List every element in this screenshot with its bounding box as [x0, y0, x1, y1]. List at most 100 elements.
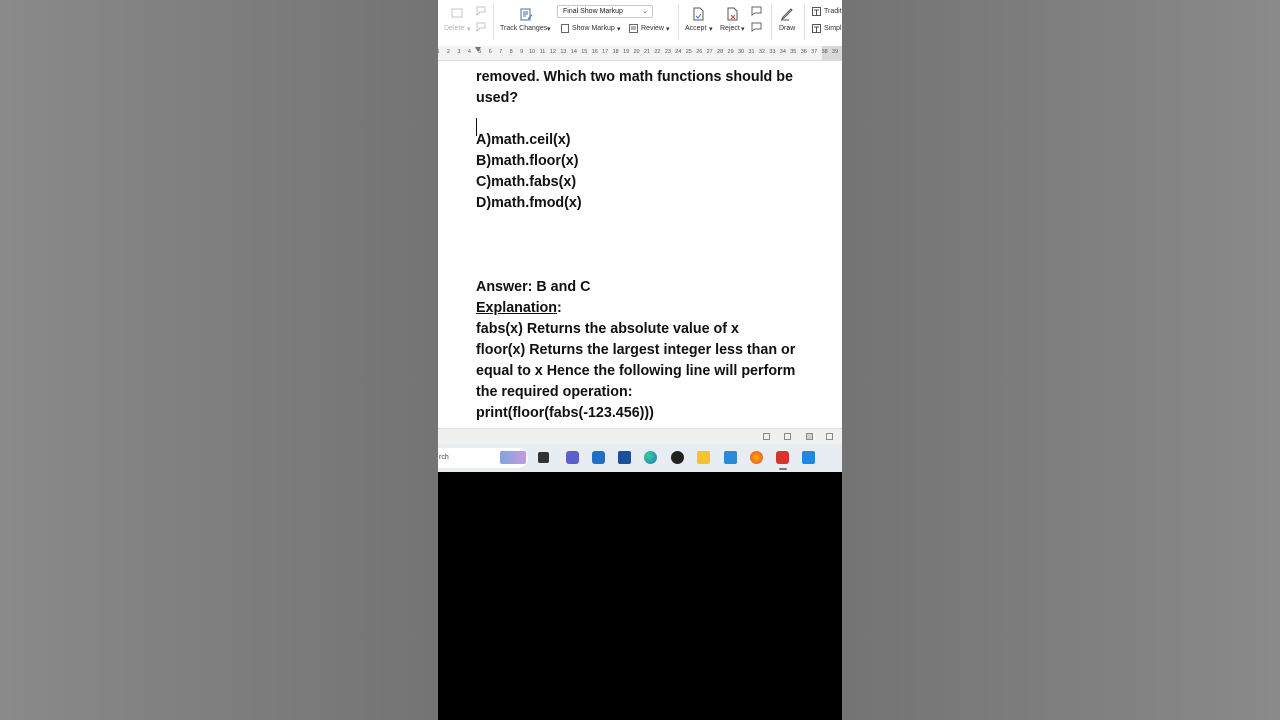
calculator-icon[interactable] [724, 451, 737, 464]
prev-comment-icon[interactable] [476, 22, 486, 32]
reject-dropdown-icon[interactable]: ▾ [741, 25, 745, 33]
track-changes-dropdown-icon[interactable]: ▾ [547, 25, 551, 33]
ruler-tick-label: 38 [821, 49, 828, 55]
option-a: A)math.ceil(x) [476, 132, 571, 148]
firefox-icon[interactable] [750, 451, 763, 464]
ruler-tick-label: 36 [800, 49, 807, 55]
ruler-tick-label: 20 [633, 49, 640, 55]
ruler-tick-label: 30 [737, 49, 745, 55]
ruler-tick-label: 13 [560, 49, 567, 55]
accept-icon[interactable] [692, 7, 705, 21]
ruler-tick-label: 18 [612, 49, 619, 55]
reject-icon[interactable] [726, 7, 739, 21]
option-d: D)math.fmod(x) [476, 195, 582, 211]
ruler-tick-label: 12 [549, 49, 556, 55]
ruler-tick-label: 32 [758, 49, 765, 55]
draw-button[interactable]: Draw [779, 25, 795, 32]
ruler-tick-label: 5 [478, 49, 482, 55]
review-pane-button[interactable]: Review [641, 25, 664, 32]
active-app-indicator [779, 468, 787, 470]
document-page[interactable]: r removed. Which two math functions shou… [438, 61, 842, 428]
track-changes-button[interactable]: Track Changes [500, 25, 547, 32]
chevron-down-icon: ⌄ [642, 8, 648, 15]
track-changes-icon[interactable] [520, 8, 533, 21]
ruler-tick-label: 24 [675, 49, 682, 55]
search-highlight-icon[interactable] [500, 451, 526, 464]
windows-taskbar: rch [438, 444, 842, 472]
ruler-tick-label: 23 [664, 49, 671, 55]
ruler-tick-label: 14 [570, 49, 577, 55]
ruler-tick-label: 21 [643, 49, 651, 55]
phone-frame: Delete ▾ Track Changes ▾ Final Show Mark… [438, 0, 842, 720]
draw-pen-icon[interactable] [780, 7, 794, 21]
simplified-chinese-icon[interactable] [812, 24, 821, 33]
read-mode-icon[interactable] [784, 433, 791, 440]
print-layout-icon[interactable] [806, 433, 813, 440]
ruler-tick-label: 22 [654, 49, 661, 55]
ruler-tick-label: 3 [457, 49, 461, 55]
accept-dropdown-icon[interactable]: ▾ [709, 25, 713, 33]
ruler-tick-label: 16 [591, 49, 598, 55]
dell-icon[interactable] [592, 451, 605, 464]
explanation-line-3: equal to x Hence the following line will… [476, 363, 796, 379]
explanation-line-2: floor(x) Returns the largest integer les… [476, 342, 796, 358]
file-explorer-icon[interactable] [697, 451, 710, 464]
teams-icon[interactable] [566, 451, 579, 464]
next-change-icon[interactable] [751, 22, 762, 32]
show-markup-dropdown-icon[interactable]: ▾ [617, 25, 621, 33]
ruler-tick-label: 6 [488, 49, 492, 55]
task-view-icon[interactable] [538, 452, 549, 463]
ruler-tick-label: 35 [790, 49, 797, 55]
ruler-tick-label: 4 [467, 49, 471, 55]
explanation-line-4: the required operation: [476, 384, 633, 400]
delete-comment-icon[interactable] [451, 8, 463, 20]
option-c: C)math.fabs(x) [476, 174, 577, 190]
question-line-2: used? [476, 90, 519, 106]
explanation-colon: : [557, 300, 562, 316]
review-dropdown-icon[interactable]: ▾ [666, 25, 670, 33]
ruler-tick-label: 10 [528, 49, 536, 55]
store-icon[interactable] [618, 451, 631, 464]
ruler-tick-label: 28 [717, 49, 724, 55]
wps-office-icon[interactable] [776, 451, 789, 464]
obs-icon[interactable] [671, 451, 684, 464]
review-pane-icon [629, 24, 638, 33]
ruler-tick-label: 33 [769, 49, 776, 55]
search-text: rch [439, 454, 449, 461]
traditional-chinese-button[interactable]: Tradit [824, 8, 842, 15]
delete-dropdown-icon[interactable]: ▾ [467, 25, 471, 33]
vscode-icon[interactable] [802, 451, 815, 464]
reject-button[interactable]: Reject [720, 25, 740, 32]
simplified-chinese-button[interactable]: Simpl [824, 25, 842, 32]
explanation-label: Explanation [476, 300, 558, 316]
markup-view-select[interactable]: Final Show Markup ⌄ [557, 5, 653, 18]
blurred-background-right [842, 0, 1280, 720]
ruler-tick-label: 27 [706, 49, 713, 55]
accept-button[interactable]: Accept [685, 25, 706, 32]
traditional-chinese-icon[interactable] [812, 7, 821, 16]
ruler-tick-label: 37 [811, 49, 818, 55]
ruler-tick-label: 34 [779, 49, 786, 55]
ruler-tick-label: 31 [748, 49, 755, 55]
question-line-1: removed. Which two math functions should… [476, 69, 793, 85]
ruler-tick-label: 25 [685, 49, 692, 55]
ruler-tick-label: 15 [581, 49, 588, 55]
explanation-heading: Explanation: [476, 298, 826, 319]
next-comment-icon[interactable] [476, 6, 486, 16]
delete-button[interactable]: Delete [444, 25, 464, 32]
option-b: B)math.floor(x) [476, 153, 579, 169]
markup-view-value: Final Show Markup [563, 8, 623, 15]
horizontal-ruler[interactable]: 1234567891011121314151617181920212223242… [438, 46, 842, 61]
ruler-tick-label: 7 [499, 49, 503, 55]
show-markup-button[interactable]: Show Markup [572, 25, 615, 32]
outline-view-icon[interactable] [826, 433, 833, 440]
blurred-background-left [0, 0, 438, 720]
previous-change-icon[interactable] [751, 6, 762, 16]
ruler-tick-label: 9 [520, 49, 524, 55]
edge-icon[interactable] [644, 451, 657, 464]
ruler-tick-label: 1 [438, 49, 440, 55]
ruler-tick-label: 8 [509, 49, 513, 55]
review-ribbon: Delete ▾ Track Changes ▾ Final Show Mark… [438, 0, 842, 46]
focus-mode-icon[interactable] [763, 433, 770, 440]
ruler-tick-label: 29 [727, 49, 734, 55]
